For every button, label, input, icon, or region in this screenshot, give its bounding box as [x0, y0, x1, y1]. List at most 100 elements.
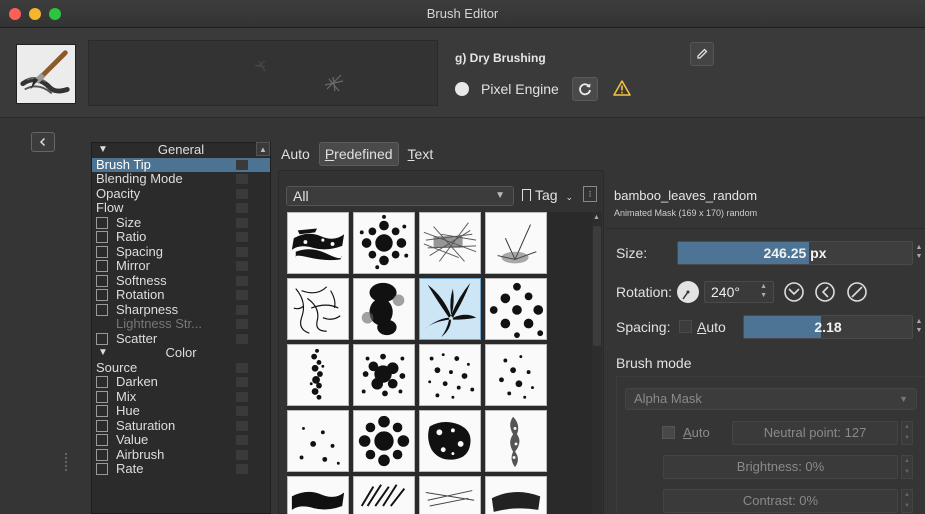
- option-checkbox[interactable]: [96, 419, 108, 432]
- tag-button[interactable]: Tag ⌄: [518, 186, 576, 206]
- brush-tip-thumbnail[interactable]: [485, 212, 547, 274]
- collapse-presets-button[interactable]: [31, 132, 55, 152]
- brush-tip-thumbnail[interactable]: [287, 212, 349, 274]
- neutral-point-slider[interactable]: Neutral point: 127: [732, 421, 898, 445]
- brush-tip-thumbnail[interactable]: [287, 344, 349, 406]
- option-item[interactable]: Flow: [92, 201, 270, 216]
- options-scroll-up-button[interactable]: ▲: [256, 142, 270, 156]
- brush-mode-dropdown[interactable]: Alpha Mask ▼: [625, 388, 917, 410]
- brush-tip-thumbnail[interactable]: [353, 410, 415, 472]
- spacing-label: Spacing:: [616, 319, 671, 335]
- option-item[interactable]: Mix: [92, 389, 270, 405]
- option-item[interactable]: Brush Tip: [92, 157, 270, 172]
- option-checkbox[interactable]: [96, 216, 108, 229]
- option-item[interactable]: Hue: [92, 404, 270, 419]
- option-item[interactable]: Mirror: [92, 259, 270, 274]
- brush-tip-thumbnail[interactable]: [485, 278, 547, 340]
- flip-horizontal-icon[interactable]: [814, 281, 836, 303]
- options-group-header[interactable]: ▼ General: [92, 143, 270, 158]
- engine-radio[interactable]: [455, 82, 469, 96]
- brush-tip-thumbnail[interactable]: [485, 410, 547, 472]
- brush-tip-thumbnail[interactable]: [353, 476, 415, 514]
- brush-grid-scrollbar[interactable]: ▲: [592, 212, 602, 514]
- option-checkbox[interactable]: [96, 274, 108, 287]
- rotation-spin-arrows[interactable]: ▲ ▼: [760, 282, 767, 300]
- rotation-dial[interactable]: [677, 281, 699, 303]
- brightness-slider[interactable]: Brightness: 0%: [663, 455, 898, 479]
- brightness-spin-arrows[interactable]: ▲ ▼: [901, 455, 913, 479]
- tab-predefined[interactable]: Predefined: [318, 142, 399, 166]
- brush-tip-thumbnail[interactable]: [419, 344, 481, 406]
- option-checkbox[interactable]: [96, 376, 108, 388]
- spacing-spin-arrows[interactable]: ▲ ▼: [915, 317, 923, 337]
- brush-tip-thumbnail[interactable]: [287, 476, 349, 514]
- preset-thumbnail[interactable]: [16, 44, 76, 104]
- option-checkbox[interactable]: [96, 231, 108, 243]
- size-slider[interactable]: 246.25 px: [677, 241, 913, 265]
- brush-tip-thumbnail[interactable]: [419, 410, 481, 472]
- option-checkbox[interactable]: [96, 245, 108, 258]
- option-item[interactable]: Rotation: [92, 288, 270, 303]
- option-item[interactable]: Lightness Str...: [92, 317, 270, 332]
- option-item[interactable]: Opacity: [92, 186, 270, 202]
- brush-tip-tabs: Auto Predefined Text: [276, 142, 438, 166]
- brush-tip-thumbnail[interactable]: [287, 410, 349, 472]
- option-checkbox[interactable]: [96, 332, 108, 345]
- size-spin-arrows[interactable]: ▲ ▼: [915, 243, 923, 263]
- brush-mode-auto-checkbox[interactable]: [662, 426, 675, 439]
- brush-options-list[interactable]: ▼ General Brush Tip Blending Mode Opacity Flo…: [91, 142, 271, 514]
- brush-tip-thumbnail[interactable]: [287, 278, 349, 340]
- contrast-spin-arrows[interactable]: ▲ ▼: [901, 489, 913, 513]
- brush-tip-thumbnail[interactable]: [353, 344, 415, 406]
- scroll-up-icon[interactable]: ▲: [593, 214, 600, 221]
- spacing-slider[interactable]: 2.18: [743, 315, 913, 339]
- brush-tip-thumbnail[interactable]: [419, 212, 481, 274]
- tag-filter-dropdown[interactable]: All ▼: [286, 186, 514, 206]
- option-checkbox[interactable]: [96, 434, 108, 446]
- option-checkbox[interactable]: [96, 463, 108, 475]
- brush-tip-thumbnail[interactable]: [353, 212, 415, 274]
- option-checkbox[interactable]: [96, 303, 108, 316]
- option-item[interactable]: Airbrush: [92, 446, 270, 463]
- brush-tip-thumbnail-selected[interactable]: [419, 278, 481, 340]
- option-checkbox[interactable]: [96, 390, 108, 403]
- brush-tip-thumbnail[interactable]: [419, 476, 481, 514]
- rename-preset-button[interactable]: [690, 42, 714, 66]
- option-item[interactable]: Saturation: [92, 418, 270, 434]
- brush-tip-thumbnail[interactable]: [485, 344, 547, 406]
- option-checkbox[interactable]: [96, 260, 108, 272]
- reload-preset-button[interactable]: [572, 77, 598, 101]
- option-item[interactable]: Darken: [92, 375, 270, 390]
- option-item[interactable]: Rate: [92, 462, 270, 477]
- brush-scratchpad[interactable]: [88, 40, 438, 106]
- storage-info-icon[interactable]: ⁝: [583, 186, 597, 202]
- contrast-slider[interactable]: Contrast: 0%: [663, 489, 898, 513]
- splitter-grip-icon[interactable]: [64, 452, 68, 474]
- rotation-spinbox[interactable]: 240° ▲ ▼: [704, 281, 774, 303]
- option-item[interactable]: Value: [92, 433, 270, 448]
- tab-auto[interactable]: Auto: [276, 142, 315, 166]
- spacing-auto-checkbox[interactable]: [679, 320, 692, 333]
- option-checkbox[interactable]: [96, 289, 108, 301]
- tab-text[interactable]: Text: [403, 142, 439, 166]
- reset-rotation-icon[interactable]: [846, 281, 868, 303]
- option-item[interactable]: Spacing: [92, 244, 270, 260]
- expand-triangle-icon[interactable]: ▼: [98, 346, 108, 360]
- option-item[interactable]: Blending Mode: [92, 172, 270, 187]
- option-item[interactable]: Ratio: [92, 230, 270, 245]
- option-label: Airbrush: [116, 446, 165, 462]
- brush-tip-thumbnail[interactable]: [353, 278, 415, 340]
- flip-vertical-icon[interactable]: [783, 281, 805, 303]
- brush-tip-thumbnail[interactable]: [485, 476, 547, 514]
- option-checkbox[interactable]: [96, 448, 108, 461]
- scrollbar-thumb[interactable]: [593, 226, 601, 346]
- option-item[interactable]: Sharpness: [92, 302, 270, 318]
- option-checkbox[interactable]: [96, 405, 108, 417]
- option-item[interactable]: Size: [92, 215, 270, 231]
- expand-triangle-icon[interactable]: ▼: [98, 143, 108, 157]
- option-item[interactable]: Softness: [92, 273, 270, 289]
- option-item[interactable]: Source: [92, 360, 270, 376]
- neutral-point-spin-arrows[interactable]: ▲ ▼: [901, 421, 913, 445]
- options-group-header[interactable]: ▼ Color: [92, 346, 270, 361]
- option-item[interactable]: Scatter: [92, 331, 270, 347]
